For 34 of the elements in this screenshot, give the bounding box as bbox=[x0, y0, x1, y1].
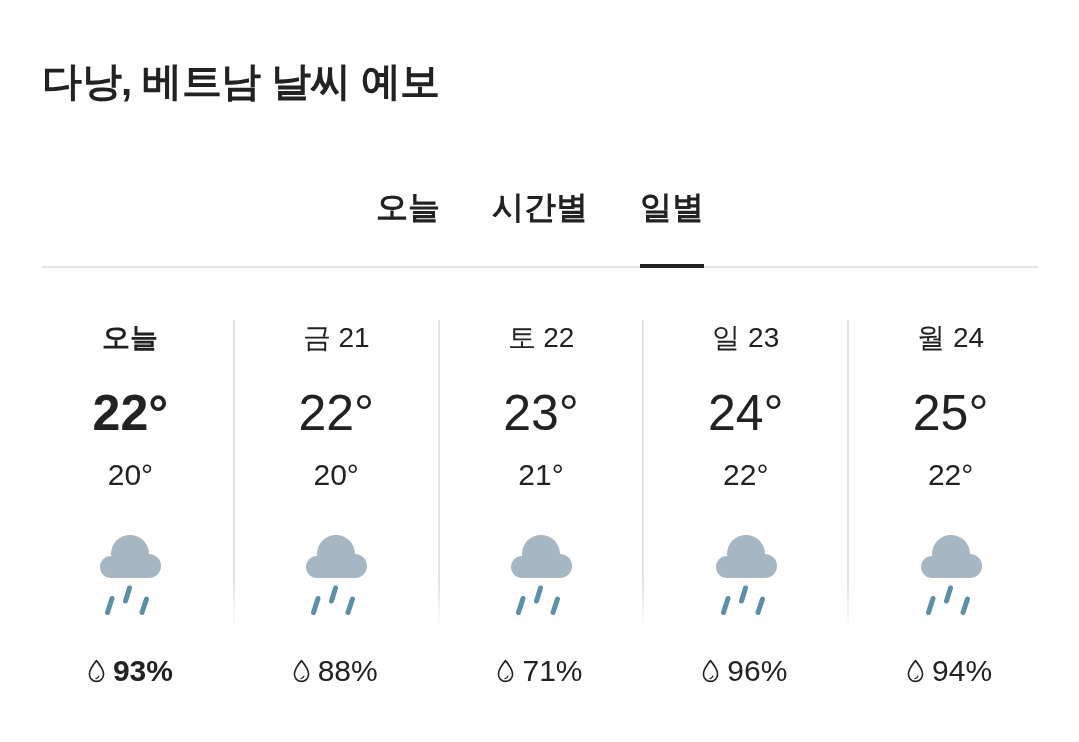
tab[interactable]: 시간별 bbox=[492, 187, 588, 268]
page-title: 다낭, 베트남 날씨 예보 bbox=[42, 58, 441, 105]
high-temperature: 22° bbox=[298, 385, 374, 441]
rain-cloud-icon bbox=[305, 535, 368, 615]
raindrop-icon bbox=[497, 659, 515, 683]
high-temperature: 23° bbox=[503, 385, 579, 441]
low-temperature: 22° bbox=[723, 457, 769, 493]
tab[interactable]: 일별 bbox=[640, 187, 704, 268]
day-label: 월 24 bbox=[917, 321, 985, 355]
raindrop-icon bbox=[702, 659, 720, 683]
day-label: 일 23 bbox=[712, 321, 780, 355]
day-label: 금 21 bbox=[302, 321, 370, 355]
raindrop-icon bbox=[292, 659, 310, 683]
tab[interactable]: 오늘 bbox=[376, 187, 440, 268]
low-temperature: 21° bbox=[518, 457, 564, 493]
rain-cloud-icon bbox=[714, 535, 777, 615]
raindrop-icon bbox=[907, 659, 925, 683]
precipitation-chance: 96% bbox=[727, 653, 788, 689]
high-temperature: 22° bbox=[92, 385, 169, 441]
low-temperature: 20° bbox=[107, 457, 154, 493]
rain-cloud-icon bbox=[510, 535, 572, 615]
rain-cloud-icon bbox=[99, 535, 162, 615]
precipitation-chance: 88% bbox=[317, 653, 378, 689]
high-temperature: 25° bbox=[912, 385, 989, 441]
raindrop-icon bbox=[87, 659, 105, 683]
low-temperature: 20° bbox=[313, 457, 359, 493]
high-temperature: 24° bbox=[707, 385, 784, 441]
precipitation-chance: 94% bbox=[932, 653, 993, 689]
day-label: 오늘 bbox=[102, 321, 159, 355]
day-label: 토 22 bbox=[507, 321, 575, 355]
rain-cloud-icon bbox=[919, 535, 982, 615]
low-temperature: 22° bbox=[927, 457, 974, 493]
precipitation-chance: 71% bbox=[522, 653, 583, 689]
precipitation-chance: 93% bbox=[112, 653, 173, 689]
